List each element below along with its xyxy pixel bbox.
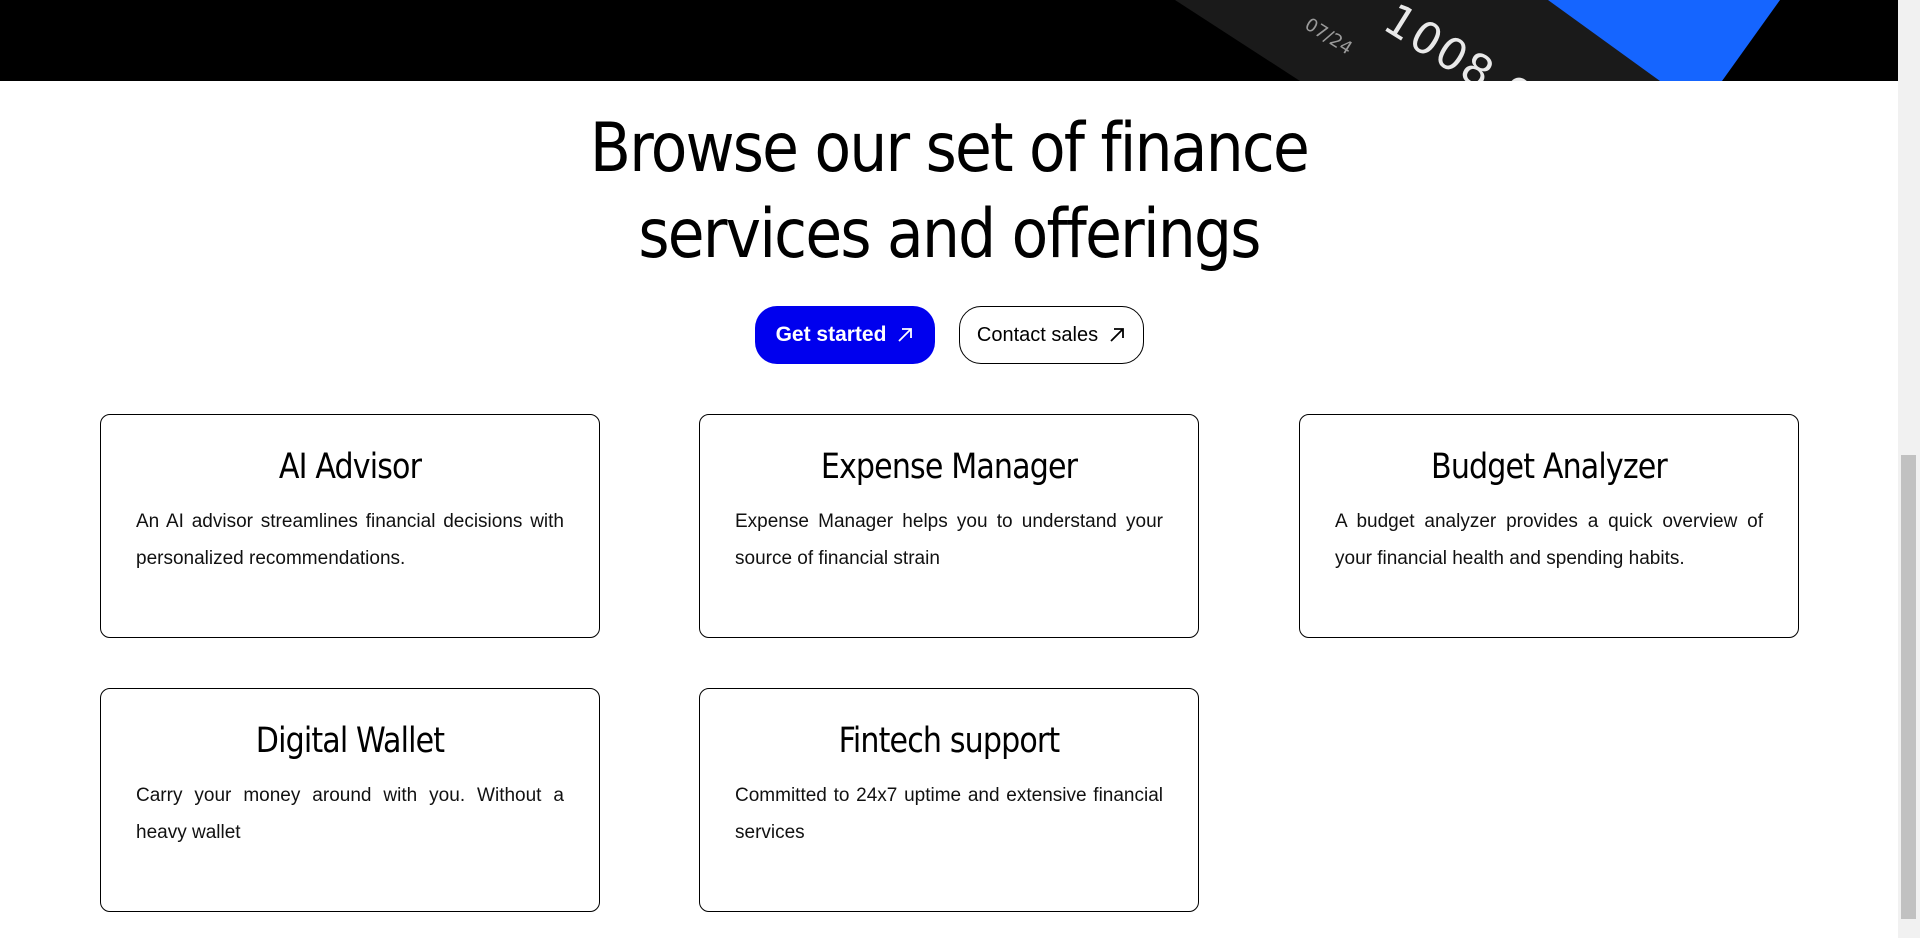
service-card-digital-wallet[interactable]: Digital Wallet Carry your money around w… xyxy=(100,688,600,912)
service-card-description: An AI advisor streamlines financial deci… xyxy=(136,511,564,569)
section-heading: Browse our set of finance services and o… xyxy=(114,106,1784,278)
page: 07/24 1008 97 Browse our set of finance … xyxy=(0,0,1920,938)
service-card-title: Expense Manager xyxy=(820,447,1078,487)
service-card-title: Fintech support xyxy=(838,721,1061,761)
service-card-title: Budget Analyzer xyxy=(1431,447,1668,487)
heading-line-2: services and offerings xyxy=(638,195,1261,274)
heading-line-1: Browse our set of finance xyxy=(589,109,1310,188)
scrollbar-thumb[interactable] xyxy=(1901,455,1916,919)
service-card-expense-manager[interactable]: Expense Manager Expense Manager helps yo… xyxy=(699,414,1199,638)
credit-card-graphic xyxy=(1175,0,1780,81)
arrow-up-right-icon xyxy=(898,328,913,342)
contact-sales-button[interactable]: Contact sales xyxy=(959,306,1144,364)
service-card-description: Carry your money around with you. Withou… xyxy=(136,785,564,843)
vertical-scrollbar[interactable] xyxy=(1898,0,1920,938)
service-card-title: AI Advisor xyxy=(278,447,422,487)
service-card-fintech-support[interactable]: Fintech support Committed to 24x7 uptime… xyxy=(699,688,1199,912)
service-card-description: A budget analyzer provides a quick overv… xyxy=(1335,511,1763,569)
hero-banner: 07/24 1008 97 xyxy=(0,0,1898,81)
service-card-ai-advisor[interactable]: AI Advisor An AI advisor streamlines fin… xyxy=(100,414,600,638)
service-card-budget-analyzer[interactable]: Budget Analyzer A budget analyzer provid… xyxy=(1299,414,1799,638)
contact-sales-label: Contact sales xyxy=(976,323,1099,346)
service-card-title: Digital Wallet xyxy=(255,721,445,761)
service-card-description: Expense Manager helps you to understand … xyxy=(735,511,1163,569)
get-started-label: Get started xyxy=(775,323,887,346)
arrow-up-right-icon xyxy=(1110,328,1124,342)
service-card-description: Committed to 24x7 uptime and extensive f… xyxy=(735,785,1163,843)
get-started-button[interactable]: Get started xyxy=(755,306,935,364)
